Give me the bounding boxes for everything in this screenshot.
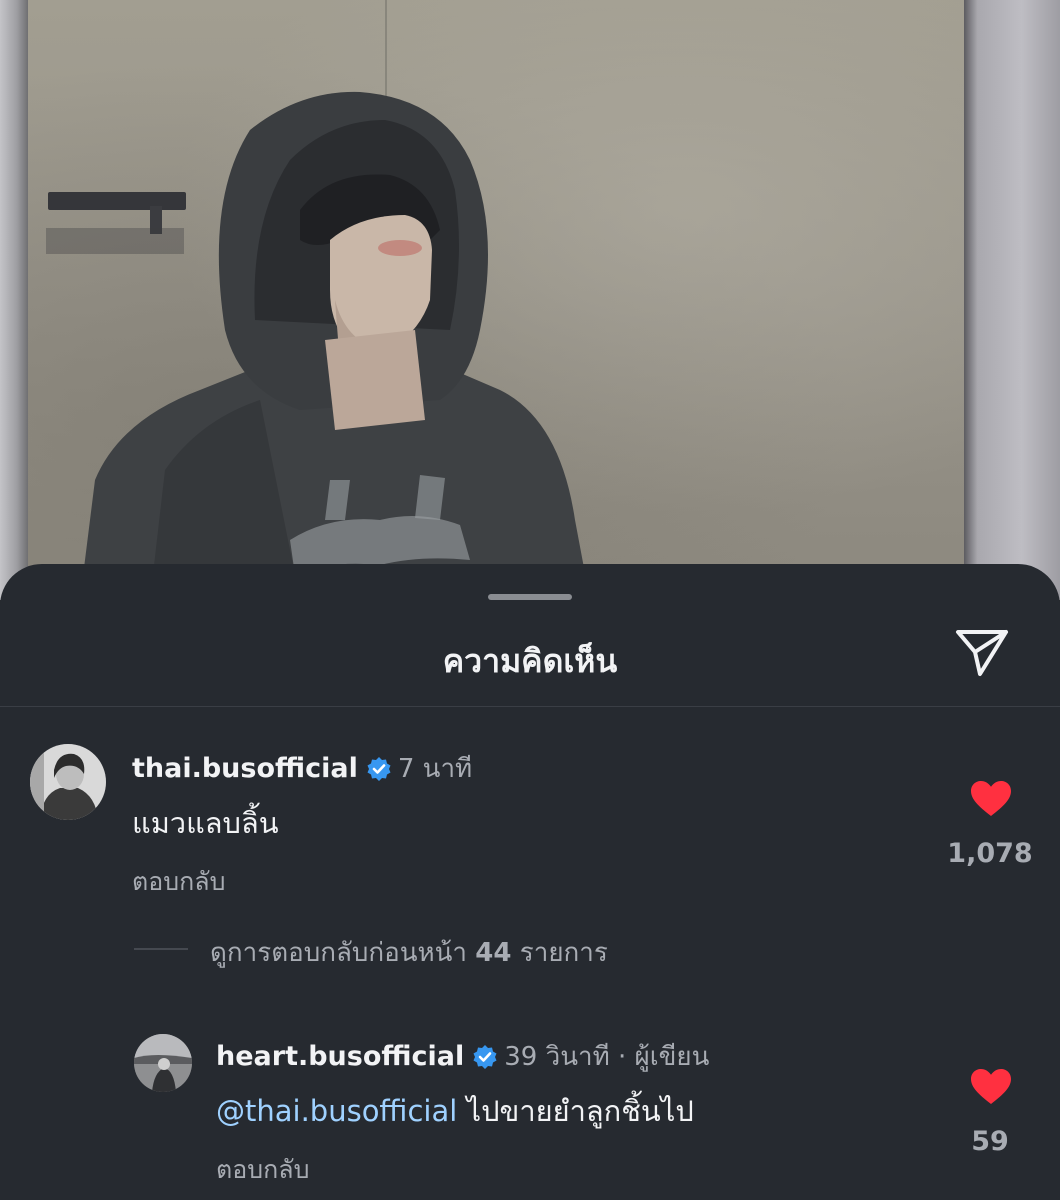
sheet-title: ความคิดเห็น bbox=[442, 642, 618, 680]
like-button[interactable] bbox=[970, 1068, 1012, 1106]
comment-timestamp: 7 นาที bbox=[397, 754, 473, 784]
reply-mention-link[interactable]: @thai.busofficial bbox=[216, 1094, 457, 1128]
heart-filled-icon bbox=[971, 1069, 1011, 1104]
comments-sheet: ความคิดเห็น thai.busofficial 7 นาที แมวแ… bbox=[0, 564, 1060, 1200]
sheet-divider bbox=[0, 706, 1060, 707]
comment-username[interactable]: thai.busofficial bbox=[132, 753, 358, 784]
verified-badge-icon bbox=[366, 756, 392, 782]
hooded-person-illustration bbox=[80, 91, 590, 600]
heart-filled-icon bbox=[971, 781, 1011, 816]
send-button[interactable] bbox=[954, 626, 1010, 678]
sheet-drag-handle[interactable] bbox=[488, 594, 572, 600]
view-replies-suffix: รายการ bbox=[519, 938, 608, 968]
reply-text: @thai.busofficial ไปขายยำลูกชิ้นไป bbox=[216, 1088, 694, 1134]
comment-header: thai.busofficial 7 นาที bbox=[132, 748, 472, 789]
reply-body: ไปขายยำลูกชิ้นไป bbox=[466, 1094, 694, 1128]
like-count: 59 bbox=[971, 1126, 1009, 1157]
reply-timestamp: 39 วินาที · ผู้เขียน bbox=[504, 1042, 710, 1072]
view-previous-replies-button[interactable]: ดูการตอบกลับก่อนหน้า 44 รายการ bbox=[210, 932, 608, 973]
avatar[interactable] bbox=[134, 1034, 192, 1092]
reply-button[interactable]: ตอบกลับ bbox=[132, 862, 225, 902]
avatar-image bbox=[134, 1034, 192, 1092]
avatar[interactable] bbox=[30, 744, 106, 820]
avatar-image bbox=[30, 744, 106, 820]
send-icon bbox=[956, 630, 1008, 676]
post-photo bbox=[0, 0, 1060, 600]
reply-username[interactable]: heart.busofficial bbox=[216, 1041, 464, 1072]
reply-header: heart.busofficial 39 วินาที · ผู้เขียน bbox=[216, 1036, 709, 1077]
view-replies-count: 44 bbox=[475, 938, 512, 968]
verified-badge-icon bbox=[472, 1044, 498, 1070]
like-count: 1,078 bbox=[947, 838, 1033, 869]
view-replies-prefix: ดูการตอบกลับก่อนหน้า bbox=[210, 938, 468, 968]
replies-thread-line bbox=[134, 948, 188, 950]
reply-button[interactable]: ตอบกลับ bbox=[216, 1150, 309, 1190]
like-button[interactable] bbox=[970, 780, 1012, 818]
comment-text: แมวแลบลิ้น bbox=[132, 806, 279, 840]
